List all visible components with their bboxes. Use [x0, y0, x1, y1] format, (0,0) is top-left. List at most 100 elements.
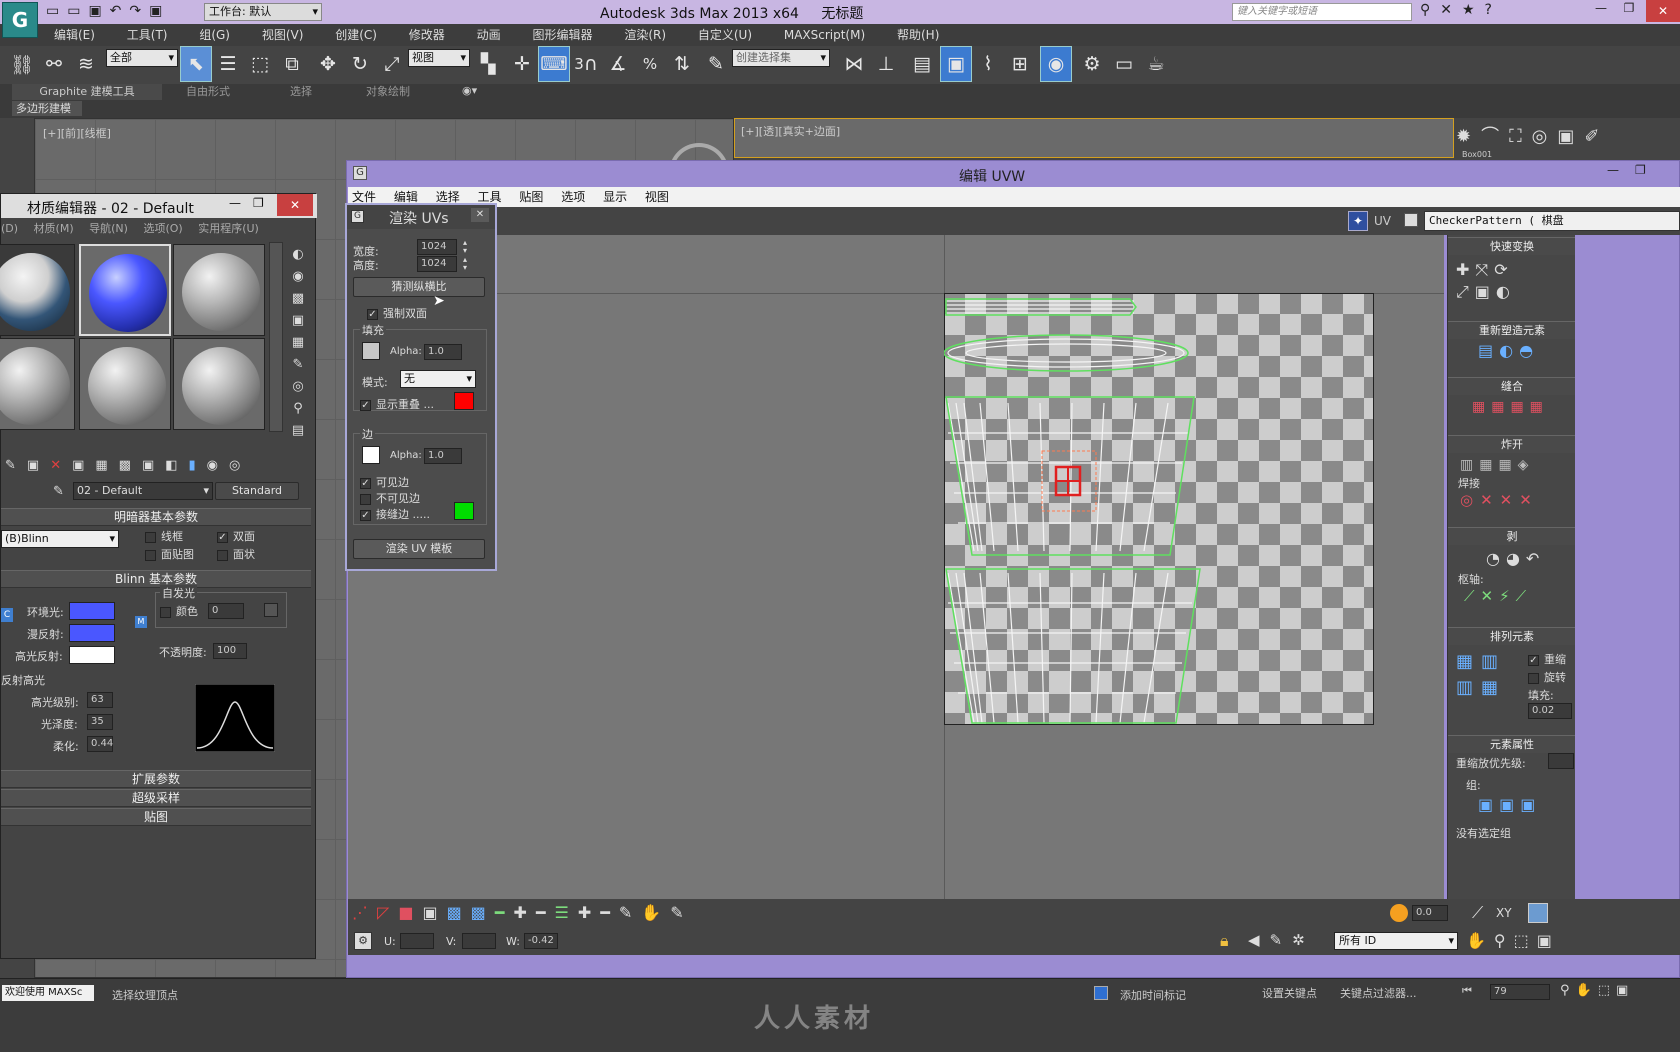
diffuse-map-button[interactable]: M: [135, 616, 147, 628]
uv-checker-map[interactable]: [944, 293, 1374, 725]
weld-icons[interactable]: ◎✕✕✕: [1460, 491, 1539, 509]
uvw-menu-edit[interactable]: 编辑: [394, 190, 418, 204]
element-props-header[interactable]: 元素属性: [1448, 735, 1575, 753]
mat-menu-navigation[interactable]: 导航(N): [89, 222, 128, 235]
mat-menu-utilities[interactable]: 实用程序(U): [198, 222, 259, 235]
horizontal-toolbar-icons[interactable]: ✎▣✕▣▦▩▣◧▮◉◎: [5, 458, 305, 473]
uvw-menu-display[interactable]: 显示: [603, 190, 627, 204]
pivot-icons[interactable]: ⟋✕⚡⟋: [1464, 587, 1532, 605]
workspace-dropdown[interactable]: 工作台: 默认 ▾: [204, 3, 322, 21]
snap-toggle-icon[interactable]: 3 ∩: [570, 46, 602, 82]
pivot-center-icon[interactable]: ▚: [472, 46, 504, 82]
rotate-icon[interactable]: ↻: [344, 46, 376, 82]
seam-color-swatch[interactable]: [454, 502, 474, 520]
menu-tools[interactable]: 工具(T): [127, 28, 168, 42]
sample-slot-2[interactable]: [79, 244, 171, 336]
mat-menu-modes[interactable]: (D): [1, 222, 18, 235]
wire-checkbox[interactable]: 线框: [145, 528, 183, 544]
uvw-menu-tools[interactable]: 工具: [478, 190, 502, 204]
maximize-icon[interactable]: ❐: [1616, 1, 1642, 21]
menu-graph-editors[interactable]: 图形编辑器: [532, 28, 592, 42]
explode-icons[interactable]: ▥▦▦◈: [1460, 457, 1534, 473]
seam-edges-checkbox[interactable]: ✓ 接缝边 .....: [360, 506, 430, 522]
guess-aspect-button[interactable]: 猜测纵横比: [353, 277, 485, 297]
menu-maxscript[interactable]: MAXScript(M): [784, 28, 865, 42]
self-illum-color-checkbox[interactable]: 颜色: [160, 603, 198, 619]
face-map-checkbox[interactable]: 面贴图: [145, 546, 194, 562]
material-name-dropdown[interactable]: 02 - Default ▾: [73, 482, 213, 500]
material-editor-icon[interactable]: ◉: [1040, 46, 1072, 82]
opacity-spinner[interactable]: 100: [213, 643, 247, 659]
selection-filter-dropdown[interactable]: 全部 ▾: [106, 49, 178, 67]
zoom-sun-icon[interactable]: [1390, 904, 1408, 922]
infocenter-icons[interactable]: ⚲✕★?: [1420, 2, 1560, 22]
rotate-checkbox[interactable]: 旋转: [1528, 669, 1566, 685]
menu-customize[interactable]: 自定义(U): [698, 28, 752, 42]
menu-animation[interactable]: 动画: [477, 28, 501, 42]
reshape-header[interactable]: 重新塑造元素: [1448, 321, 1575, 339]
material-editor-maximize-icon[interactable]: ❐: [253, 196, 264, 210]
render-uvs-icon[interactable]: G: [351, 210, 364, 223]
align-icon[interactable]: ⊥: [870, 46, 902, 82]
object-name-field[interactable]: Box001: [1462, 150, 1552, 160]
material-type-button[interactable]: Standard: [215, 482, 299, 500]
padding-spinner[interactable]: 0.02: [1528, 703, 1572, 719]
layer-manager-icon[interactable]: ▤: [906, 46, 938, 82]
eyedropper-icon[interactable]: ✎: [53, 484, 64, 499]
group-icons[interactable]: ▣▣▣: [1478, 795, 1541, 814]
uvw-window-icon[interactable]: G: [353, 166, 367, 180]
v-spinner[interactable]: [462, 933, 496, 949]
add-time-tag[interactable]: 添加时间标记: [1120, 987, 1186, 1003]
menu-create[interactable]: 创建(C): [335, 28, 377, 42]
select-manipulate-icon[interactable]: ✛: [506, 46, 538, 82]
soften-spinner[interactable]: 0.44: [87, 736, 113, 752]
uv-display-icon[interactable]: [1528, 903, 1548, 923]
menu-modifiers[interactable]: 修改器: [409, 28, 445, 42]
fill-alpha-spinner[interactable]: 1.0: [424, 344, 462, 360]
u-spinner[interactable]: [400, 933, 434, 949]
id-filter-dropdown[interactable]: 所有 ID ▾: [1334, 932, 1458, 950]
window-crossing-icon[interactable]: ⧉: [276, 46, 308, 82]
command-panel-icons[interactable]: ✹⌒⛶◎▣✐: [1456, 122, 1676, 148]
quick-transform-icons[interactable]: ✚⤧⟳ ⤢▣◐: [1456, 259, 1566, 303]
uvw-menu-select[interactable]: 选择: [436, 190, 460, 204]
side-toolbar-icons[interactable]: ◐ ◉ ▩ ▣ ▦ ✎ ◎ ⚲ ▤: [287, 244, 309, 442]
time-tag-icon[interactable]: [1094, 986, 1108, 1000]
two-sided-checkbox[interactable]: ✓ 双面: [217, 528, 255, 544]
nav-icons[interactable]: ⚲✋⬚▣: [1560, 983, 1634, 998]
stitch-header[interactable]: 缝合: [1448, 377, 1575, 395]
maps-header[interactable]: 贴图: [1, 808, 311, 826]
graphite-toggle-icon[interactable]: ▣: [940, 46, 972, 82]
angle-snap-icon[interactable]: ∡: [602, 46, 634, 82]
peel-header[interactable]: 剥: [1448, 527, 1575, 545]
supersampling-header[interactable]: 超级采样: [1, 789, 311, 807]
ribbon-tab-freeform[interactable]: 自由形式: [186, 84, 246, 100]
reference-coord-dropdown[interactable]: 视图 ▾: [408, 49, 470, 67]
texture-dropdown[interactable]: CheckerPattern ( 棋盘: [1424, 211, 1680, 231]
uvw-maximize-icon[interactable]: ❐: [1635, 163, 1646, 177]
sample-slot-5[interactable]: [79, 338, 171, 430]
bind-space-warp-icon[interactable]: ≋: [70, 46, 102, 82]
select-by-name-icon[interactable]: ☰: [212, 46, 244, 82]
render-uv-template-button[interactable]: 渲染 UV 模板: [353, 539, 485, 559]
uv-tool-icons[interactable]: ⋰◸■▣▩▩━✚━☰✚━✎✋✎: [352, 903, 772, 922]
edit-named-selection-icon[interactable]: ✎: [700, 46, 732, 82]
pan-zoom-icons[interactable]: ✋⚲⬚▣: [1466, 931, 1560, 950]
uv-channel-icon[interactable]: ✦: [1348, 211, 1368, 231]
render-production-icon[interactable]: ☕: [1140, 46, 1172, 82]
ribbon-subtab-poly-modeling[interactable]: 多边形建模: [12, 101, 82, 116]
ribbon-options-icon[interactable]: ◉▾: [462, 84, 484, 100]
force-2sided-checkbox[interactable]: ✓ 强制双面: [367, 305, 427, 321]
menu-rendering[interactable]: 渲染(R): [624, 28, 666, 42]
edge-color-swatch[interactable]: [362, 446, 380, 464]
quick-transform-header[interactable]: 快速变换: [1448, 237, 1575, 255]
w-spinner[interactable]: -0.42: [524, 933, 558, 949]
uvw-settings-icon[interactable]: ⚙: [354, 932, 372, 950]
lock-icon[interactable]: 🔒︎: [1220, 931, 1229, 951]
uvw-minimize-icon[interactable]: —: [1607, 163, 1619, 177]
self-illum-map-button[interactable]: [264, 603, 278, 617]
ribbon-tab-graphite[interactable]: Graphite 建模工具: [12, 84, 162, 100]
rendered-frame-icon[interactable]: ▭: [1108, 46, 1140, 82]
width-spinner[interactable]: 1024: [417, 239, 457, 255]
overlap-color-swatch[interactable]: [454, 392, 474, 410]
